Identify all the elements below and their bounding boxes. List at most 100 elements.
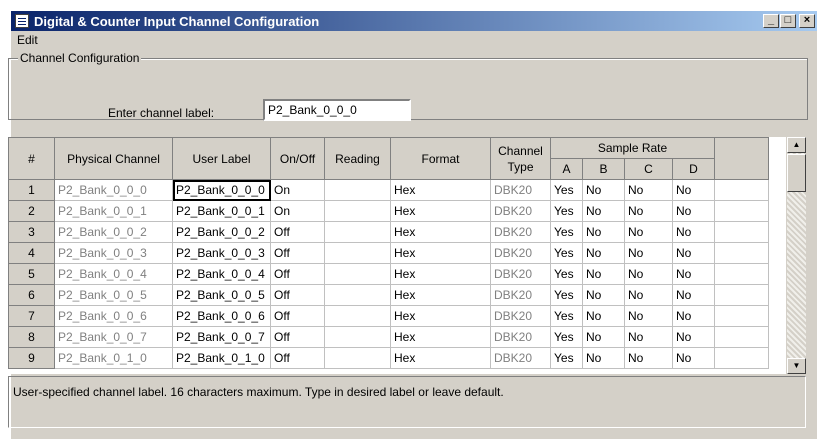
close-button[interactable]: ×	[799, 14, 815, 28]
cell-c[interactable]: No	[624, 242, 673, 264]
cell-user-label[interactable]: P2_Bank_0_0_3	[172, 242, 271, 264]
cell-d[interactable]: No	[672, 284, 715, 306]
cell-format[interactable]: Hex	[390, 284, 491, 306]
arrow-down-icon[interactable]: ▼	[787, 358, 806, 374]
cell-b[interactable]: No	[582, 263, 625, 285]
header-physical-channel[interactable]: Physical Channel	[54, 137, 173, 180]
cell-user-label[interactable]: P2_Bank_0_0_0	[172, 179, 271, 201]
cell-a[interactable]: Yes	[550, 263, 583, 285]
header-reading[interactable]: Reading	[324, 137, 391, 180]
table-row[interactable]: 9 P2_Bank_0_1_0 P2_Bank_0_1_0 Off Hex DBK20 Ye…	[8, 347, 769, 369]
table-row[interactable]: 4 P2_Bank_0_0_3 P2_Bank_0_0_3 Off Hex DBK20 Ye…	[8, 242, 769, 264]
cell-channel-type[interactable]: DBK20	[490, 305, 551, 327]
minimize-button[interactable]: _	[763, 14, 779, 28]
arrow-up-icon[interactable]: ▲	[787, 137, 806, 153]
cell-user-label[interactable]: P2_Bank_0_0_5	[172, 284, 271, 306]
title-bar[interactable]: Digital & Counter Input Channel Configur…	[11, 11, 817, 31]
cell-b[interactable]: No	[582, 221, 625, 243]
cell-b[interactable]: No	[582, 200, 625, 222]
table-row[interactable]: 7 P2_Bank_0_0_6 P2_Bank_0_0_6 Off Hex DBK20 Ye…	[8, 305, 769, 327]
scroll-thumb[interactable]	[787, 154, 806, 192]
cell-num[interactable]: 9	[8, 347, 55, 369]
cell-channel-type[interactable]: DBK20	[490, 263, 551, 285]
cell-a[interactable]: Yes	[550, 326, 583, 348]
cell-user-label[interactable]: P2_Bank_0_1_0	[172, 347, 271, 369]
cell-b[interactable]: No	[582, 326, 625, 348]
cell-num[interactable]: 1	[8, 179, 55, 201]
cell-on-off[interactable]: Off	[270, 347, 325, 369]
cell-c[interactable]: No	[624, 221, 673, 243]
cell-reading[interactable]	[324, 221, 391, 243]
cell-b[interactable]: No	[582, 284, 625, 306]
cell-a[interactable]: Yes	[550, 347, 583, 369]
menu-edit[interactable]: Edit	[17, 33, 38, 47]
cell-channel-type[interactable]: DBK20	[490, 326, 551, 348]
cell-num[interactable]: 6	[8, 284, 55, 306]
cell-on-off[interactable]: Off	[270, 326, 325, 348]
cell-physical[interactable]: P2_Bank_0_0_4	[54, 263, 173, 285]
cell-c[interactable]: No	[624, 284, 673, 306]
cell-on-off[interactable]: Off	[270, 305, 325, 327]
cell-on-off[interactable]: On	[270, 200, 325, 222]
cell-c[interactable]: No	[624, 179, 673, 201]
cell-physical[interactable]: P2_Bank_0_1_0	[54, 347, 173, 369]
cell-d[interactable]: No	[672, 200, 715, 222]
table-row[interactable]: 2 P2_Bank_0_0_1 P2_Bank_0_0_1 On Hex DBK20 Yes…	[8, 200, 769, 222]
cell-physical[interactable]: P2_Bank_0_0_0	[54, 179, 173, 201]
cell-on-off[interactable]: Off	[270, 263, 325, 285]
cell-d[interactable]: No	[672, 305, 715, 327]
cell-format[interactable]: Hex	[390, 200, 491, 222]
cell-a[interactable]: Yes	[550, 179, 583, 201]
table-row[interactable]: 3 P2_Bank_0_0_2 P2_Bank_0_0_2 Off Hex DBK20 Ye…	[8, 221, 769, 243]
cell-channel-type[interactable]: DBK20	[490, 179, 551, 201]
cell-a[interactable]: Yes	[550, 284, 583, 306]
cell-format[interactable]: Hex	[390, 221, 491, 243]
cell-format[interactable]: Hex	[390, 263, 491, 285]
cell-channel-type[interactable]: DBK20	[490, 347, 551, 369]
cell-num[interactable]: 7	[8, 305, 55, 327]
cell-reading[interactable]	[324, 179, 391, 201]
cell-reading[interactable]	[324, 326, 391, 348]
table-row[interactable]: 1 P2_Bank_0_0_0 P2_Bank_0_0_0 On Hex DBK20 Yes…	[8, 179, 769, 201]
cell-c[interactable]: No	[624, 305, 673, 327]
cell-user-label[interactable]: P2_Bank_0_0_4	[172, 263, 271, 285]
cell-num[interactable]: 5	[8, 263, 55, 285]
header-rate-d[interactable]: D	[672, 158, 715, 180]
cell-on-off[interactable]: On	[270, 179, 325, 201]
cell-b[interactable]: No	[582, 305, 625, 327]
cell-format[interactable]: Hex	[390, 326, 491, 348]
cell-user-label[interactable]: P2_Bank_0_0_1	[172, 200, 271, 222]
cell-user-label[interactable]: P2_Bank_0_0_6	[172, 305, 271, 327]
cell-reading[interactable]	[324, 263, 391, 285]
maximize-button[interactable]: □	[780, 14, 796, 28]
cell-a[interactable]: Yes	[550, 305, 583, 327]
cell-physical[interactable]: P2_Bank_0_0_3	[54, 242, 173, 264]
cell-d[interactable]: No	[672, 326, 715, 348]
cell-format[interactable]: Hex	[390, 347, 491, 369]
cell-b[interactable]: No	[582, 347, 625, 369]
cell-c[interactable]: No	[624, 200, 673, 222]
cell-channel-type[interactable]: DBK20	[490, 242, 551, 264]
header-sample-rate[interactable]: Sample Rate	[550, 137, 715, 159]
cell-channel-type[interactable]: DBK20	[490, 200, 551, 222]
cell-reading[interactable]	[324, 284, 391, 306]
cell-num[interactable]: 4	[8, 242, 55, 264]
header-rate-c[interactable]: C	[624, 158, 673, 180]
cell-channel-type[interactable]: DBK20	[490, 284, 551, 306]
table-row[interactable]: 5 P2_Bank_0_0_4 P2_Bank_0_0_4 Off Hex DBK20 Ye…	[8, 263, 769, 285]
cell-on-off[interactable]: Off	[270, 242, 325, 264]
cell-reading[interactable]	[324, 347, 391, 369]
header-user-label[interactable]: User Label	[172, 137, 271, 180]
cell-on-off[interactable]: Off	[270, 221, 325, 243]
grid-window-icon[interactable]	[15, 14, 29, 28]
cell-channel-type[interactable]: DBK20	[490, 221, 551, 243]
header-rate-a[interactable]: A	[550, 158, 583, 180]
header-channel-type[interactable]: Channel Type	[490, 137, 551, 180]
cell-format[interactable]: Hex	[390, 305, 491, 327]
vertical-scrollbar[interactable]: ▲ ▼	[787, 137, 806, 374]
cell-d[interactable]: No	[672, 263, 715, 285]
cell-reading[interactable]	[324, 200, 391, 222]
cell-physical[interactable]: P2_Bank_0_0_2	[54, 221, 173, 243]
cell-physical[interactable]: P2_Bank_0_0_5	[54, 284, 173, 306]
cell-on-off[interactable]: Off	[270, 284, 325, 306]
